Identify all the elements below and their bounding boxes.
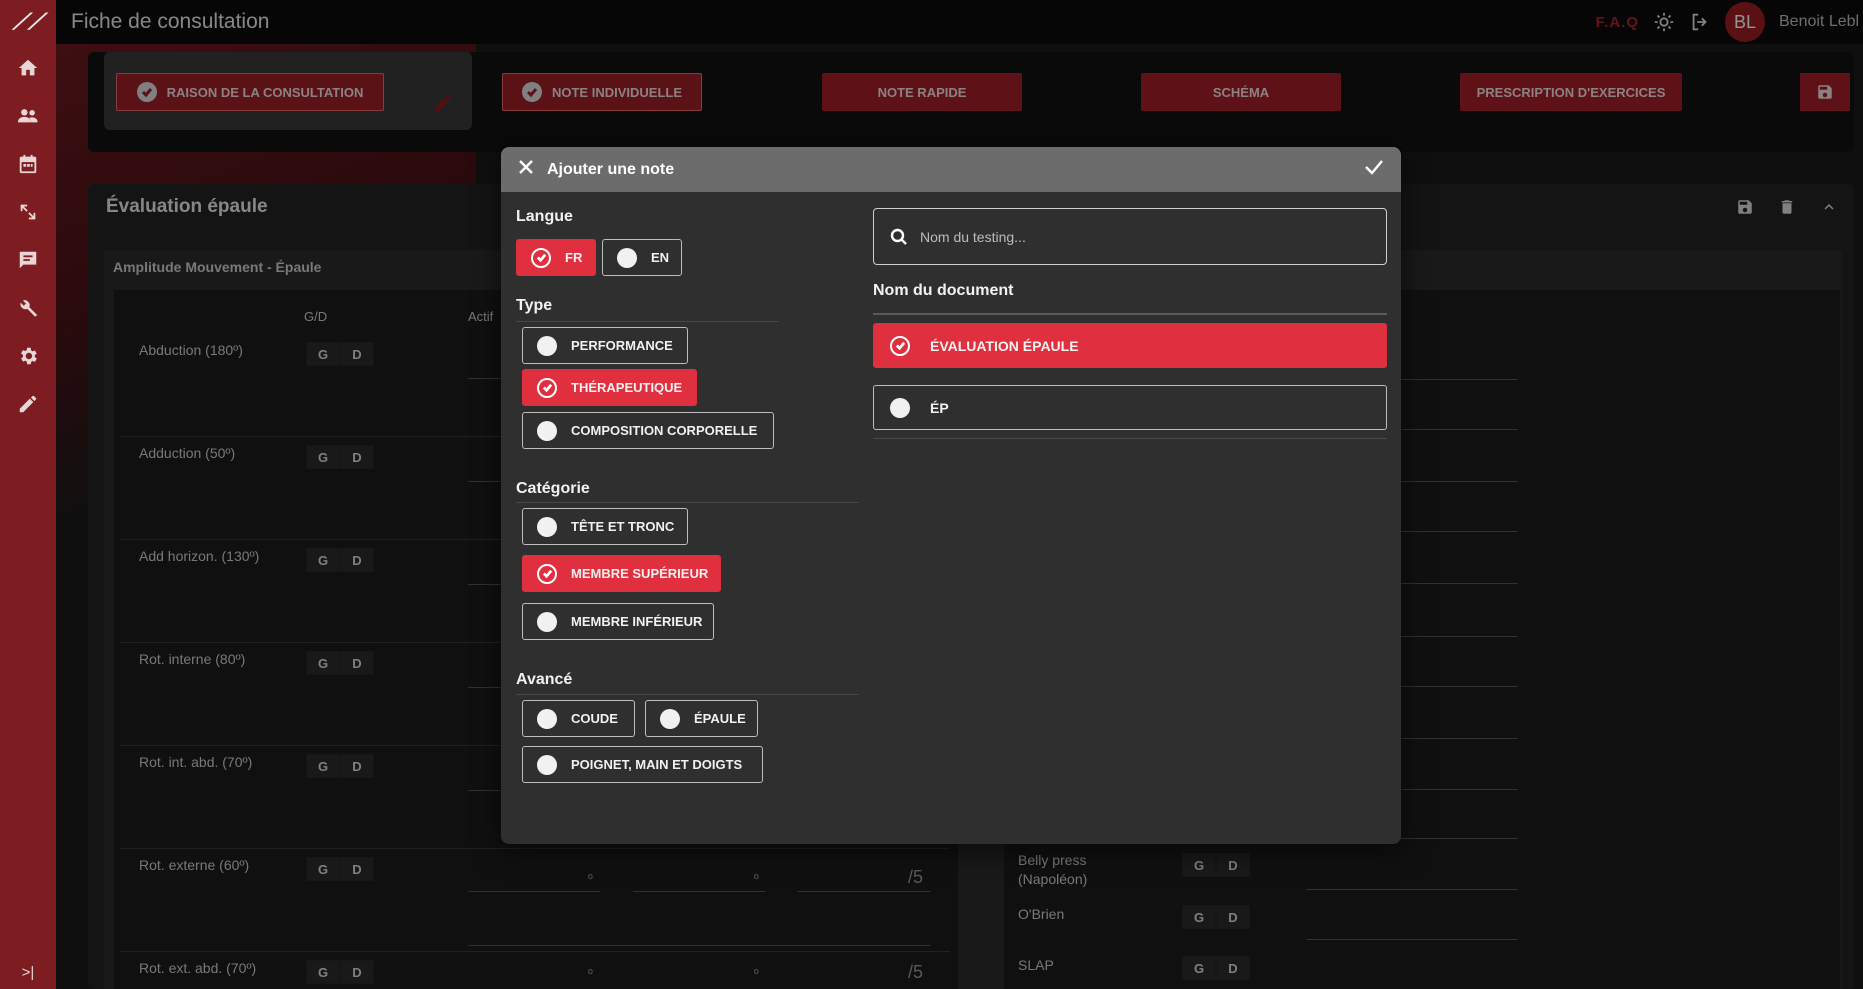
avance-title: Avancé [516,671,573,688]
option-coude[interactable]: COUDE [522,700,635,737]
calendar-icon[interactable] [0,140,56,188]
radio-icon [890,397,910,418]
langue-title: Langue [516,208,573,225]
document-ep[interactable]: ÉP [873,385,1387,430]
home-icon[interactable] [0,44,56,92]
users-icon[interactable] [0,92,56,140]
option-therapeutique[interactable]: THÉRAPEUTIQUE [522,369,697,406]
radio-icon [617,247,637,268]
option-poignet-main-doigts[interactable]: POIGNET, MAIN ET DOIGTS [522,746,763,783]
modal-title: Ajouter une note [547,160,675,178]
option-membre-superieur[interactable]: MEMBRE SUPÉRIEUR [522,555,721,592]
close-icon[interactable] [517,158,535,181]
check-icon [537,563,557,584]
radio-icon [537,708,557,729]
check-icon [531,247,551,268]
check-icon [890,335,910,356]
option-composition-corporelle[interactable]: COMPOSITION CORPORELLE [522,412,774,449]
option-performance[interactable]: PERFORMANCE [522,327,688,364]
settings-icon[interactable] [0,332,56,380]
radio-icon [537,611,557,632]
expand-icon[interactable] [0,188,56,236]
radio-icon [537,754,557,775]
categorie-title: Catégorie [516,480,590,497]
sidebar: ⟋⟋ >| [0,0,56,989]
confirm-check-icon[interactable] [1363,156,1385,183]
radio-icon [537,420,557,441]
modal-header: Ajouter une note [501,147,1401,192]
search-icon [890,228,907,245]
logo-icon[interactable]: ⟋⟋ [0,0,56,44]
collapse-sidebar-button[interactable]: >| [0,964,56,981]
type-title: Type [516,297,553,314]
search-field[interactable] [873,208,1387,265]
radio-icon [537,335,557,356]
radio-icon [537,516,557,537]
message-icon[interactable] [0,236,56,284]
document-list-title: Nom du document [873,282,1014,299]
add-note-modal: Ajouter une note Langue FR EN Type PERFO… [501,147,1401,844]
tools-icon[interactable] [0,284,56,332]
search-input[interactable] [920,228,1360,245]
option-membre-inferieur[interactable]: MEMBRE INFÉRIEUR [522,603,714,640]
option-en[interactable]: EN [602,239,682,276]
check-icon [537,377,557,398]
option-tete-et-tronc[interactable]: TÊTE ET TRONC [522,508,688,545]
radio-icon [660,708,680,729]
app-root: ⟋⟋ >| Fiche de consultation F.A.Q BL Ben… [0,0,1863,989]
option-epaule[interactable]: ÉPAULE [645,700,758,737]
document-evaluation-epaule[interactable]: ÉVALUATION ÉPAULE [873,323,1387,368]
pencil-icon[interactable] [0,380,56,428]
option-fr[interactable]: FR [516,239,596,276]
